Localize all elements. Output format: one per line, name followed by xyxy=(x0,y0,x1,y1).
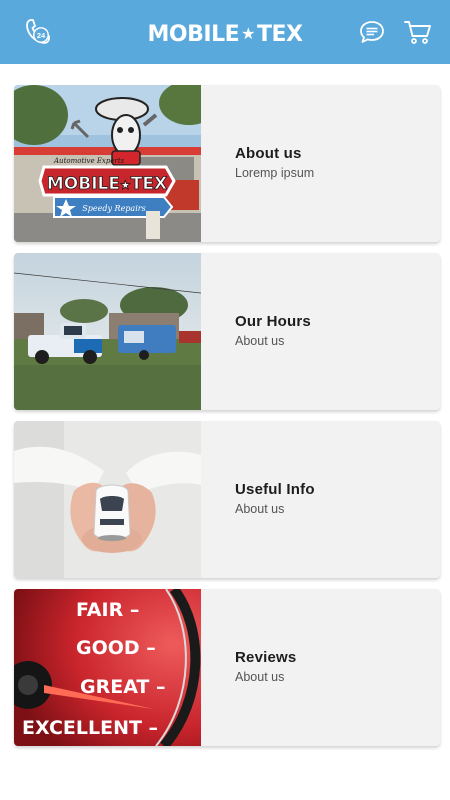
card-subtitle: Loremp ipsum xyxy=(235,166,315,180)
mobile-tex-logo-photo: Automotive Experts MOBILE★TEX Speedy Rep… xyxy=(14,85,201,242)
card-title: Reviews xyxy=(235,649,297,666)
card-title: Our Hours xyxy=(235,313,311,330)
phone-24-icon[interactable]: 24 xyxy=(22,17,52,47)
service-truck-photo xyxy=(14,253,201,410)
card-text: Useful Info About us xyxy=(235,481,315,516)
menu-card-about-us[interactable]: Automotive Experts MOBILE★TEX Speedy Rep… xyxy=(14,85,440,242)
card-title: About us xyxy=(235,145,302,162)
card-subtitle: About us xyxy=(235,670,285,684)
card-subtitle: About us xyxy=(235,334,285,348)
gauge-label-fair: FAIR – xyxy=(76,599,139,621)
app-header: 24 MOBILE ★TEX xyxy=(0,0,450,64)
chat-icon[interactable] xyxy=(357,17,387,47)
logo-star: ★ xyxy=(241,24,255,43)
menu-card-our-hours[interactable]: Our Hours About us xyxy=(14,253,440,410)
gauge-label-excellent: EXCELLENT – xyxy=(22,717,158,739)
photo-logo-text: MOBILE★TEX xyxy=(47,174,167,194)
logo-word-right: TEX xyxy=(256,22,303,47)
logo-word-left: MOBILE xyxy=(147,22,240,47)
card-title: Useful Info xyxy=(235,481,315,498)
call-badge: 24 xyxy=(37,31,46,40)
cart-icon[interactable] xyxy=(403,17,433,47)
gauge-label-great: GREAT – xyxy=(80,676,166,698)
app-logo: MOBILE ★TEX xyxy=(120,18,330,50)
logo-tagline-top: Automotive Experts xyxy=(53,157,125,165)
gauge-label-good: GOOD – xyxy=(76,637,156,659)
rating-gauge-photo: FAIR – GOOD – GREAT – EXCELLENT – xyxy=(14,589,201,746)
menu-card-useful-info[interactable]: Useful Info About us xyxy=(14,421,440,578)
logo-tagline-bottom: Speedy Repairs xyxy=(82,204,145,213)
menu-card-reviews[interactable]: FAIR – GOOD – GREAT – EXCELLENT – Review… xyxy=(14,589,440,746)
menu-card-list: Automotive Experts MOBILE★TEX Speedy Rep… xyxy=(14,85,440,757)
card-text: About us Loremp ipsum xyxy=(235,145,314,180)
hands-holding-car-photo xyxy=(14,421,201,578)
card-text: Reviews About us xyxy=(235,649,296,684)
card-text: Our Hours About us xyxy=(235,313,311,348)
card-subtitle: About us xyxy=(235,502,285,516)
